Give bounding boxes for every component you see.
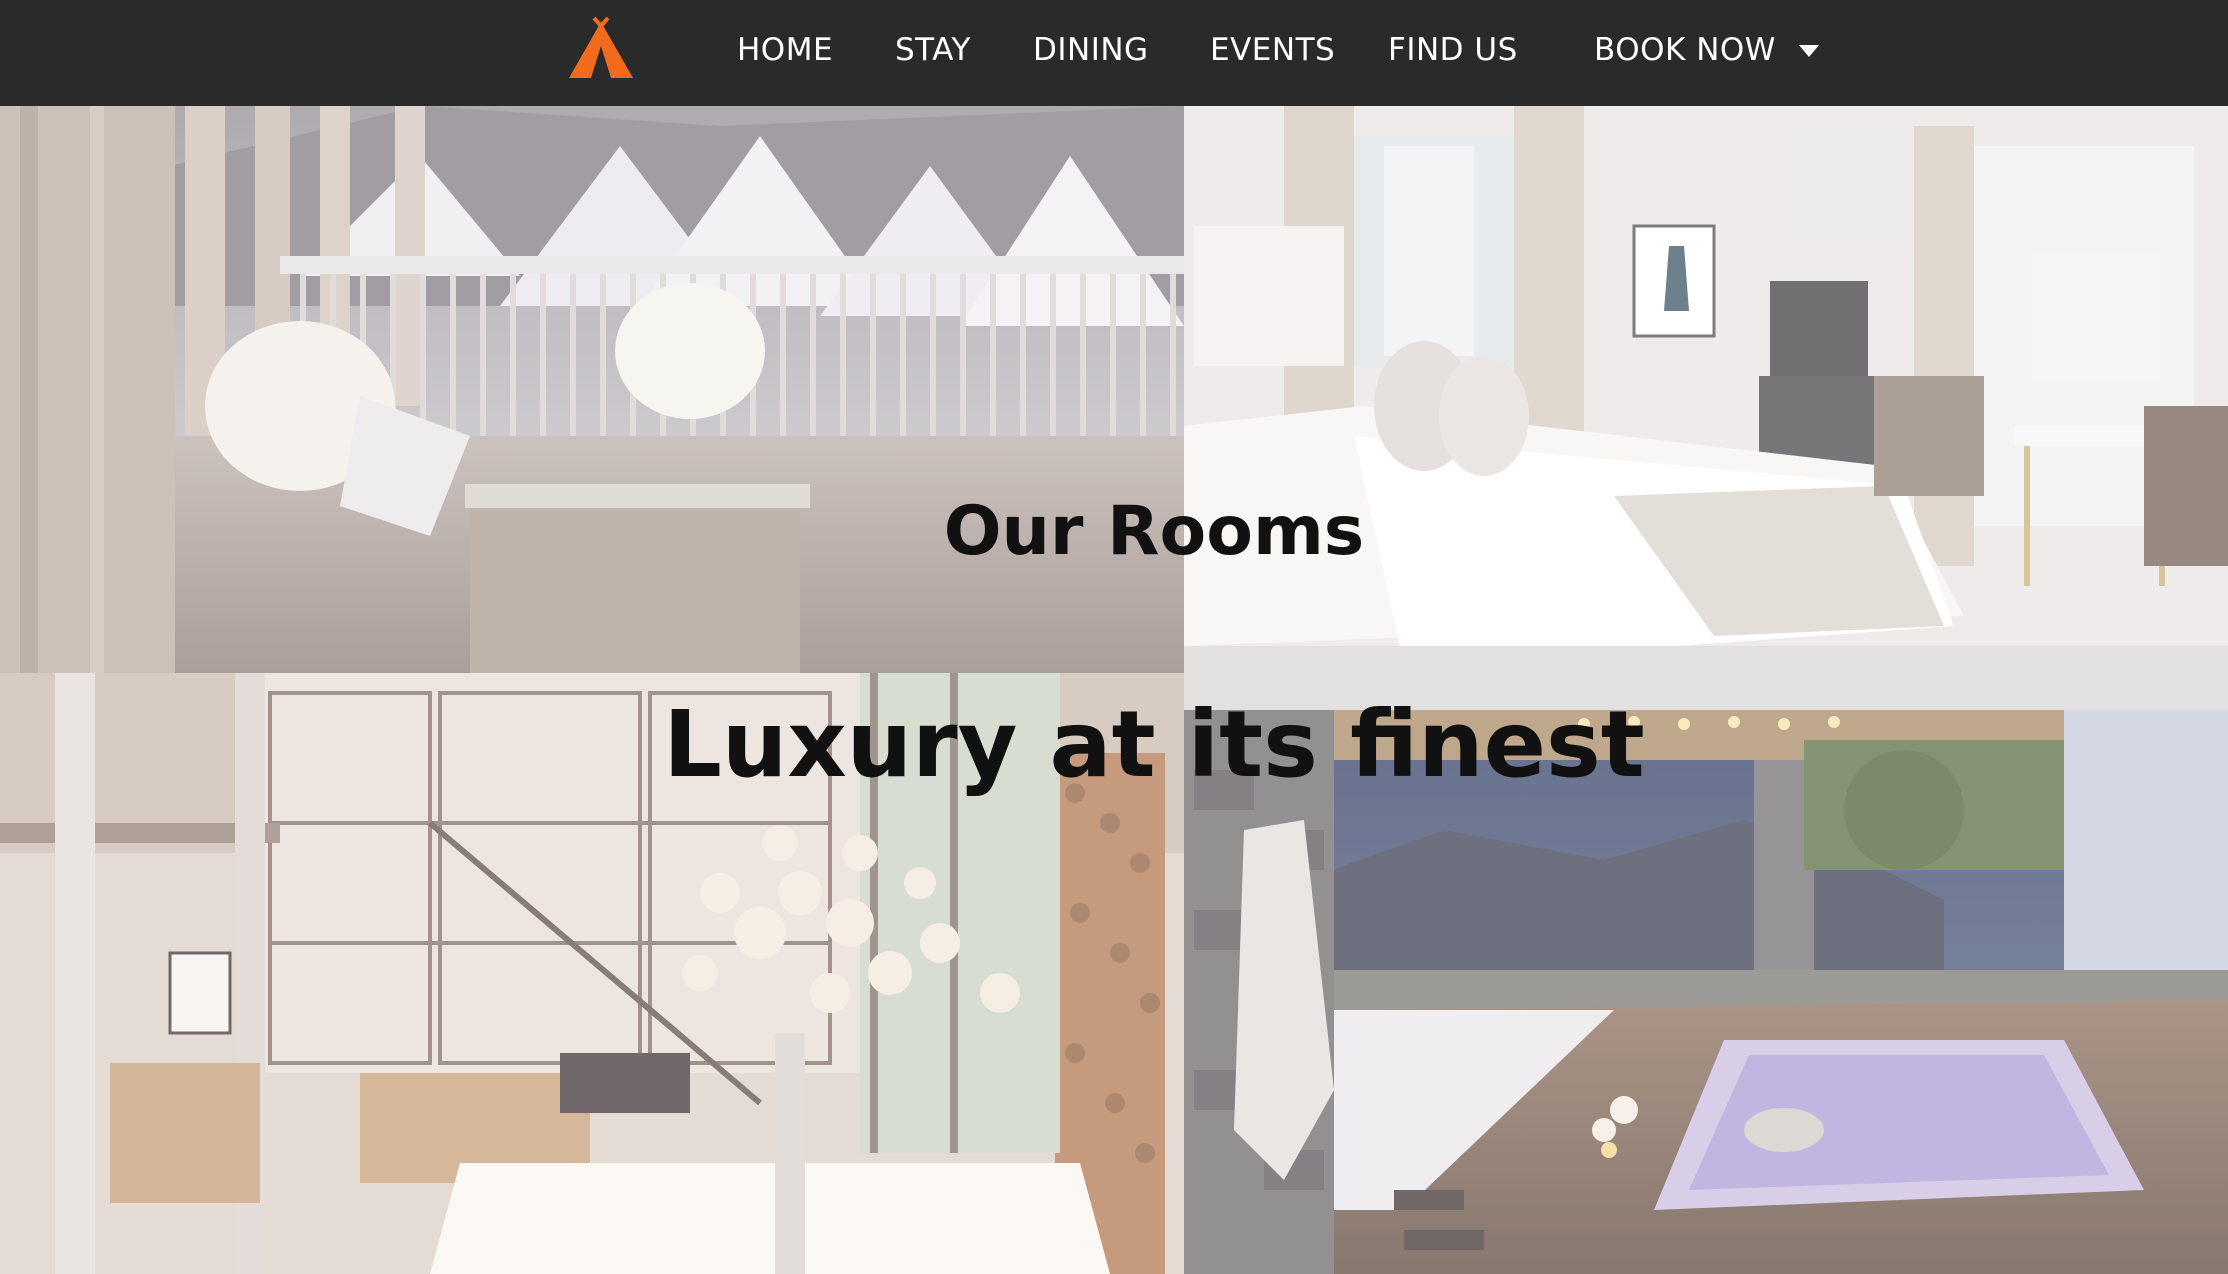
nav-stay-link[interactable]: STAY (895, 28, 971, 72)
snowy-balcony-photo (0, 106, 1184, 673)
nav-find-us-link[interactable]: FIND US (1388, 28, 1518, 72)
nav-home-link[interactable]: HOME (737, 28, 833, 72)
caret-down-icon[interactable] (1798, 43, 1820, 57)
hero-title: Luxury at its finest (663, 691, 1645, 798)
hero-subtitle: Our Rooms (943, 492, 1365, 571)
top-navbar: HOME STAY DINING EVENTS FIND US BOOK NOW (0, 0, 2228, 106)
nav-events-link[interactable]: EVENTS (1210, 28, 1335, 72)
book-now-dropdown[interactable]: BOOK NOW (1594, 28, 1776, 72)
white-bedroom-photo (1184, 106, 2228, 710)
tent-logo-icon[interactable] (567, 16, 635, 82)
nav-dining-link[interactable]: DINING (1033, 28, 1149, 72)
